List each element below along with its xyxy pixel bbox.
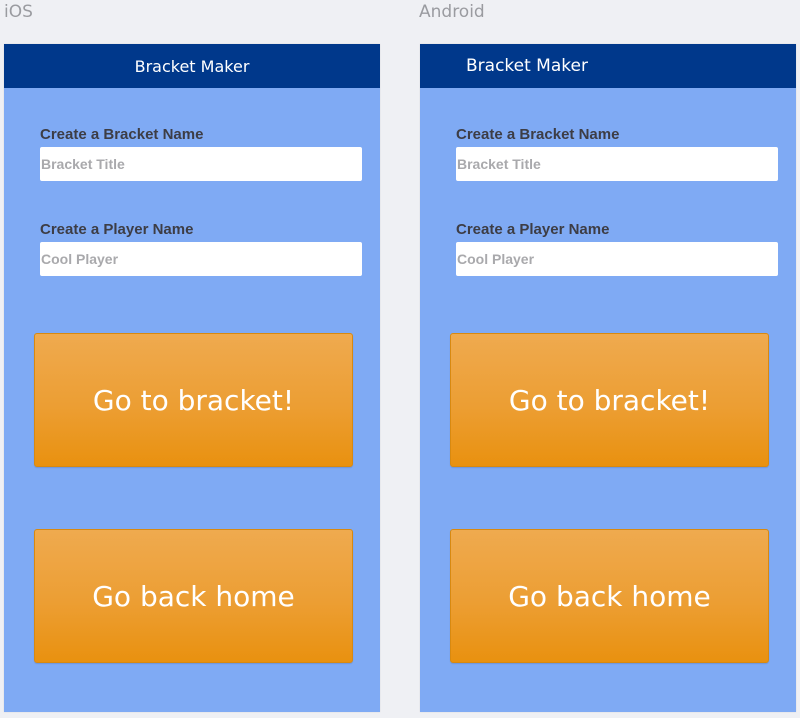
- ios-phone-screen: Bracket Maker Create a Bracket Name Crea…: [4, 44, 380, 712]
- ios-player-name-input[interactable]: [40, 242, 362, 276]
- android-go-to-bracket-button[interactable]: Go to bracket!: [450, 333, 769, 467]
- ios-platform-label: iOS: [4, 2, 33, 22]
- ios-go-back-home-button[interactable]: Go back home: [34, 529, 353, 663]
- ios-go-to-bracket-button[interactable]: Go to bracket!: [34, 333, 353, 467]
- android-platform-label: Android: [419, 2, 485, 22]
- ios-bracket-title-input[interactable]: [40, 147, 362, 181]
- ios-navbar: Bracket Maker: [4, 44, 380, 88]
- android-player-name-input[interactable]: [456, 242, 778, 276]
- ios-player-name-label: Create a Player Name: [40, 221, 194, 238]
- android-phone-screen: Bracket Maker Create a Bracket Name Crea…: [420, 44, 796, 712]
- android-bracket-title-input[interactable]: [456, 147, 778, 181]
- android-bracket-name-label: Create a Bracket Name: [456, 126, 620, 143]
- android-navbar-title: Bracket Maker: [466, 56, 588, 76]
- android-navbar: Bracket Maker: [420, 44, 796, 88]
- android-go-back-home-button[interactable]: Go back home: [450, 529, 769, 663]
- android-player-name-label: Create a Player Name: [456, 221, 610, 238]
- ios-bracket-name-label: Create a Bracket Name: [40, 126, 204, 143]
- ios-navbar-title: Bracket Maker: [134, 56, 250, 76]
